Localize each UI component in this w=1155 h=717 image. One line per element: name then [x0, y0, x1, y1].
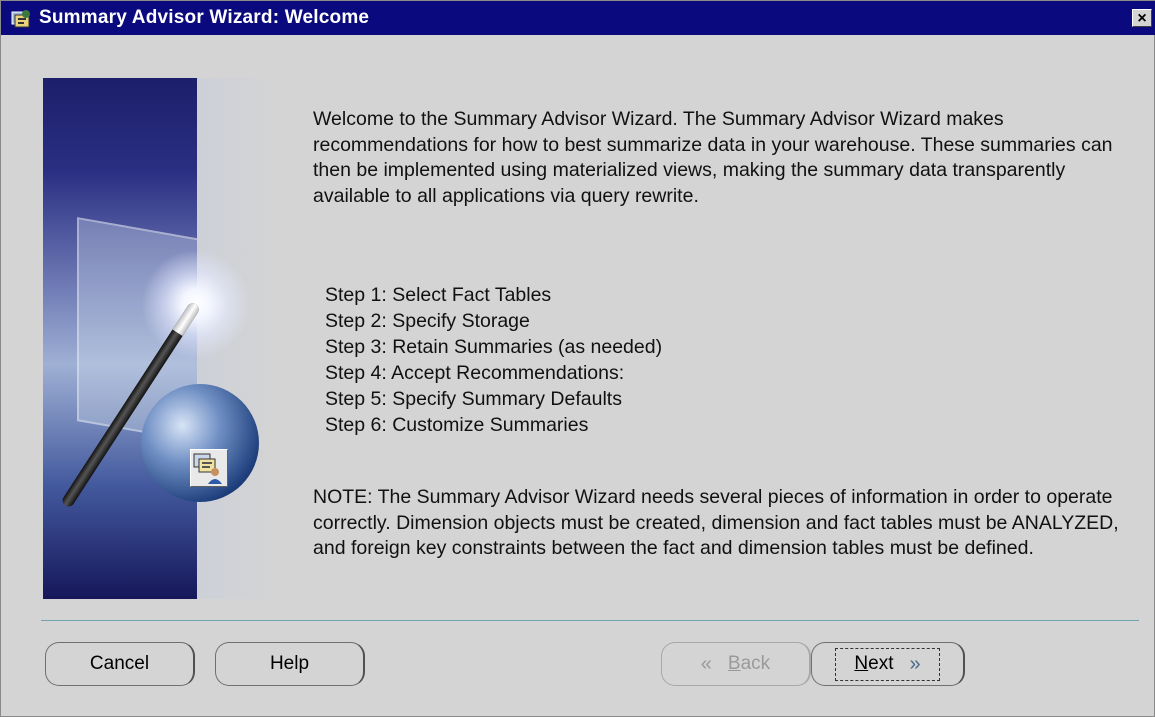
wizard-app-icon: [11, 8, 33, 28]
step-item: Step 1: Select Fact Tables: [325, 284, 552, 306]
step-item: Step 4: Accept Recommendations:: [325, 361, 625, 384]
back-button[interactable]: « Back: [661, 642, 811, 686]
step-item: Step 3: Retain Summaries (as needed): [325, 335, 663, 358]
steps-list: Step 1: Select Fact Tables Step 2: Speci…: [325, 283, 662, 438]
chevron-right-double-icon: »: [909, 652, 921, 675]
wizard-window: Summary Advisor Wizard: Welcome × Welcom…: [0, 0, 1155, 717]
cancel-button[interactable]: Cancel: [45, 642, 195, 686]
help-button[interactable]: Help: [215, 642, 365, 686]
chevron-left-double-icon: «: [700, 652, 712, 675]
window-title: Summary Advisor Wizard: Welcome: [39, 7, 370, 28]
title-bar: Summary Advisor Wizard: Welcome ×: [1, 1, 1155, 35]
footer-divider: [41, 620, 1139, 621]
step-item: Step 2: Specify Storage: [325, 309, 530, 332]
summary-advisor-icon: [190, 449, 228, 487]
next-button-label: Next: [854, 653, 894, 674]
note-text: NOTE: The Summary Advisor Wizard needs s…: [313, 486, 1119, 560]
step-item: Step 6: Customize Summaries: [325, 413, 589, 436]
close-button[interactable]: ×: [1132, 9, 1152, 27]
cancel-button-label: Cancel: [89, 653, 150, 674]
welcome-text: Welcome to the Summary Advisor Wizard. T…: [313, 108, 1113, 207]
help-button-label: Help: [269, 653, 310, 674]
next-button[interactable]: Next »: [811, 642, 965, 686]
step-item: Step 5: Specify Summary Defaults: [325, 387, 622, 410]
back-button-label: Back: [727, 653, 771, 674]
